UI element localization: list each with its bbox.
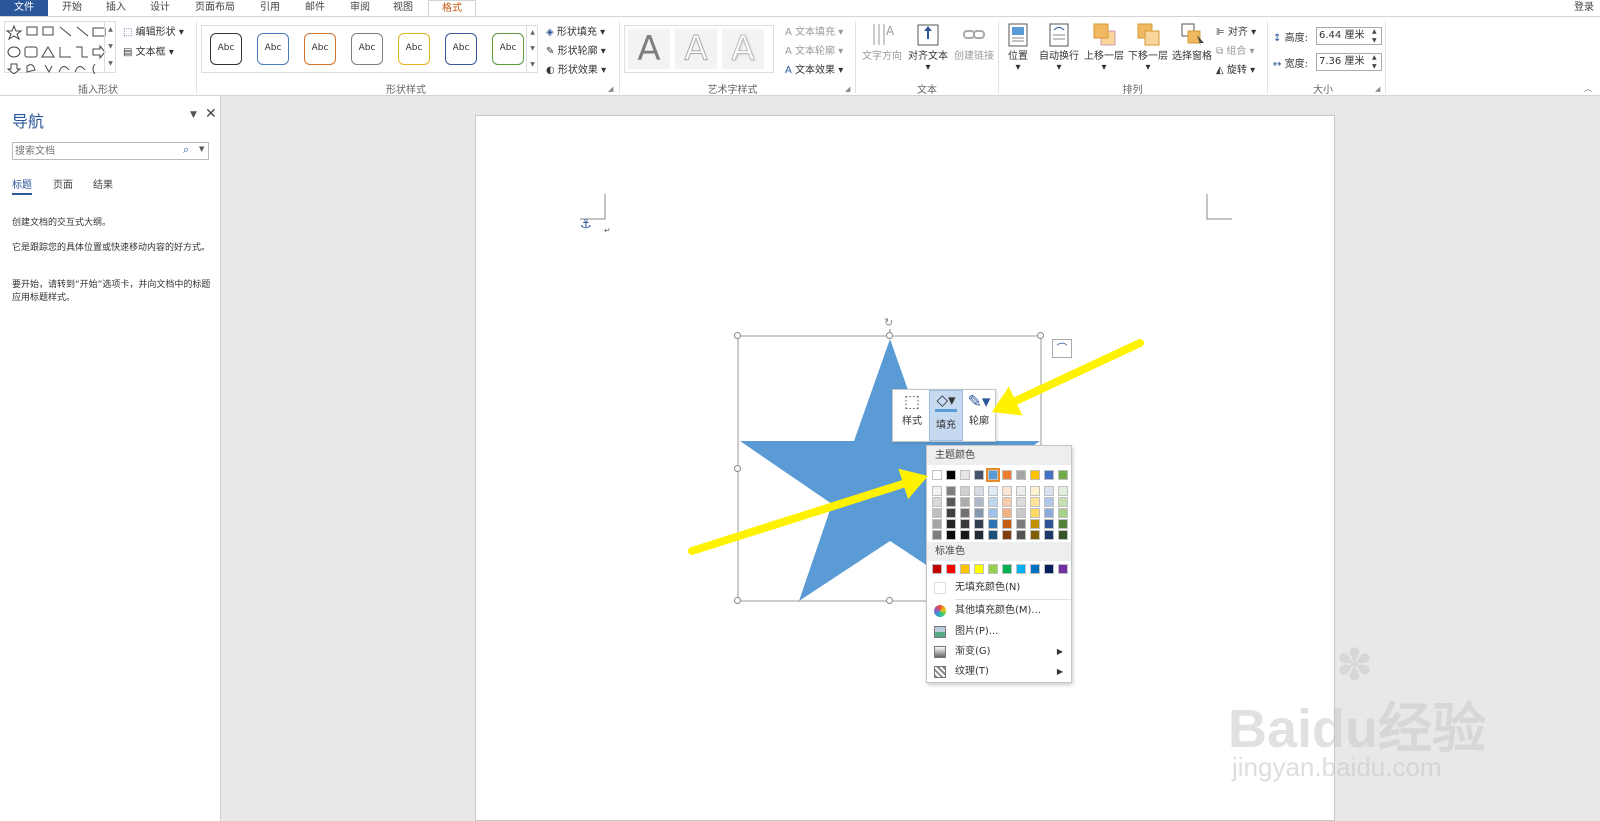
paw-logo-icon: ✽ [1336, 640, 1373, 691]
arrow-shaft [1011, 339, 1144, 406]
watermark-url: jingyan.baidu.com [1232, 752, 1442, 782]
arrow-shaft [688, 479, 908, 555]
